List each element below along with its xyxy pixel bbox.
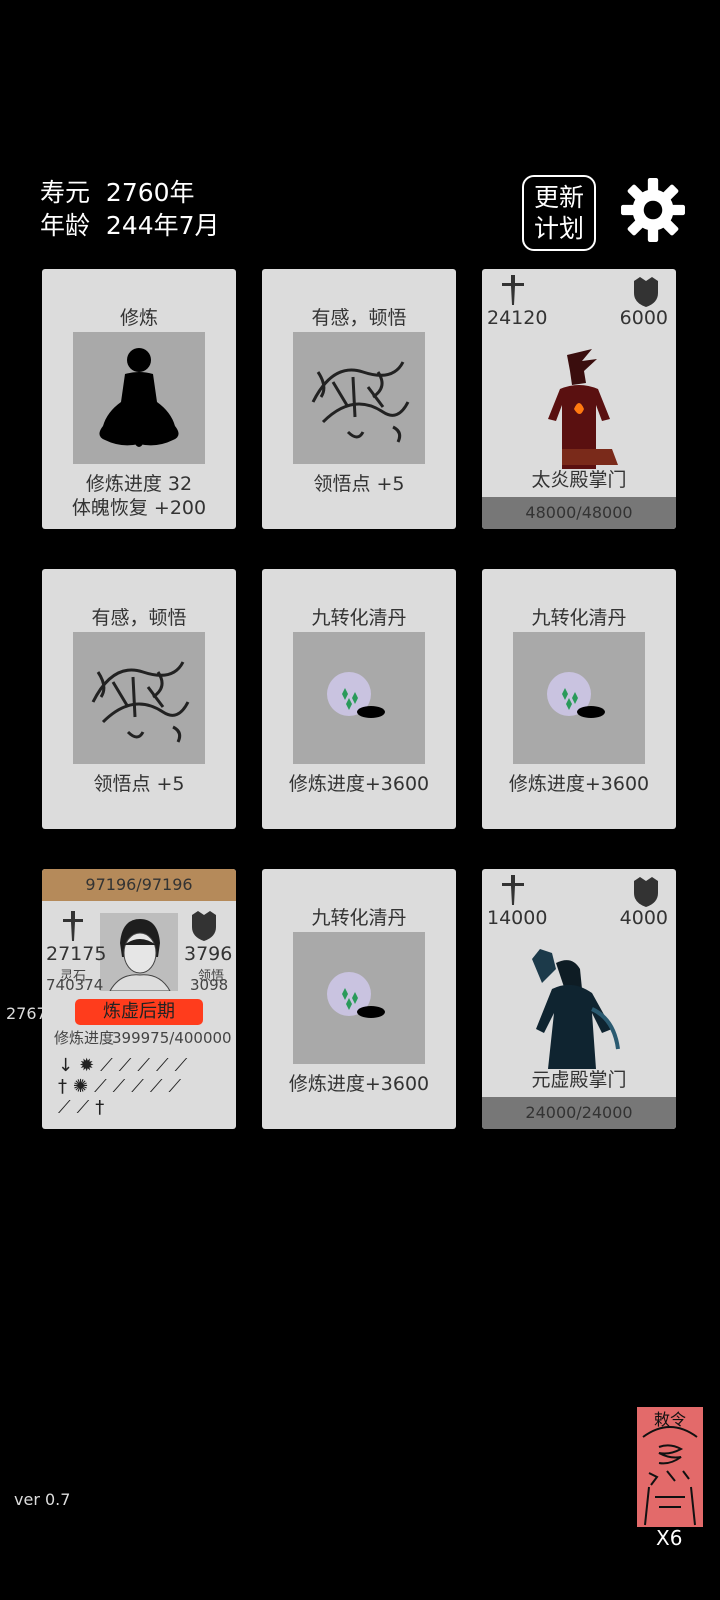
version-label: ver 0.7 xyxy=(14,1490,71,1509)
lifespan-label: 寿元 xyxy=(40,178,91,207)
card-line1: 修炼进度 32 xyxy=(85,473,193,495)
talisman-button[interactable]: 敕令 xyxy=(637,1407,703,1527)
enemy-defense: 6000 xyxy=(619,307,668,329)
progress-label: 修炼进度 xyxy=(54,1029,115,1047)
lifespan-value: 2760年 xyxy=(105,178,195,207)
enemy-attack: 24120 xyxy=(487,307,548,329)
lifespan-stat: 寿元 2760年 xyxy=(40,176,195,209)
player-hp-bar: 97196/97196 xyxy=(42,869,236,901)
card-title: 九转化清丹 xyxy=(311,907,407,929)
pill-icon xyxy=(293,932,425,1064)
talisman-icon: 敕令 xyxy=(642,1410,698,1526)
weapon-row: ↓✹⟋⟋⟋⟋⟋ xyxy=(58,1055,194,1076)
card-title: 九转化清丹 xyxy=(531,607,627,629)
pill-icon xyxy=(293,632,425,764)
card-enlightenment-2[interactable]: 有感，顿悟 领悟点 +5 xyxy=(42,569,236,829)
card-line1: 修炼进度+3600 xyxy=(288,1073,430,1095)
card-line1: 修炼进度+3600 xyxy=(508,773,650,795)
card-line1: 领悟点 +5 xyxy=(313,473,405,495)
card-cultivate[interactable]: 修炼 修炼进度 32 体魄恢复 +200 xyxy=(42,269,236,529)
card-enemy-yuanxu[interactable]: 14000 4000 元虚殿掌门 24000/24000 xyxy=(482,869,676,1129)
calligraphy-icon xyxy=(293,332,425,464)
spirit-stone-value: 740374 xyxy=(46,976,104,994)
plan-button-line1: 更新 xyxy=(533,183,584,212)
card-title: 有感，顿悟 xyxy=(311,307,407,329)
card-enlightenment[interactable]: 有感，顿悟 领悟点 +5 xyxy=(262,269,456,529)
card-pill-2[interactable]: 九转化清丹 修炼进度+3600 xyxy=(482,569,676,829)
realm-badge: 炼虚后期 xyxy=(75,999,203,1025)
sword-icon xyxy=(502,875,524,905)
svg-text:敕令: 敕令 xyxy=(654,1410,686,1429)
shadow-cultivator-figure xyxy=(532,949,620,1069)
progress-value: 399975/400000 xyxy=(112,1029,232,1047)
card-title: 有感，顿悟 xyxy=(91,607,187,629)
card-line2: 体魄恢复 +200 xyxy=(71,497,207,519)
pill-icon xyxy=(513,632,645,764)
card-pill-3[interactable]: 九转化清丹 修炼进度+3600 xyxy=(262,869,456,1129)
plan-button-line2: 计划 xyxy=(533,214,584,243)
card-line1: 领悟点 +5 xyxy=(93,773,185,795)
player-defense: 3796 xyxy=(184,943,233,965)
fire-demon-figure xyxy=(548,349,618,469)
shield-icon xyxy=(192,911,216,941)
enemy-attack: 14000 xyxy=(487,907,548,929)
sword-icon xyxy=(63,911,83,941)
gear-icon[interactable] xyxy=(620,177,686,243)
age-value: 244年7月 xyxy=(105,211,220,240)
card-title: 九转化清丹 xyxy=(311,607,407,629)
sword-icon xyxy=(502,275,524,305)
enemy-name: 太炎殿掌门 xyxy=(531,469,627,491)
card-title: 修炼 xyxy=(119,307,158,329)
meditation-icon xyxy=(73,332,205,464)
enemy-hp-bar: 48000/48000 xyxy=(482,497,676,529)
weapon-row: ⟋⟋† xyxy=(58,1097,111,1118)
card-pill-1[interactable]: 九转化清丹 修炼进度+3600 xyxy=(262,569,456,829)
avatar xyxy=(100,913,178,992)
card-line1: 修炼进度+3600 xyxy=(288,773,430,795)
player-attack: 27175 xyxy=(46,943,107,965)
shield-icon xyxy=(634,277,658,307)
shield-icon xyxy=(634,877,658,907)
enemy-hp-bar: 24000/24000 xyxy=(482,1097,676,1129)
side-number: 2767 xyxy=(6,1004,47,1023)
age-label: 年龄 xyxy=(40,211,91,240)
weapon-list: ↓✹⟋⟋⟋⟋⟋ †✺⟋⟋⟋⟋⟋ ⟋⟋† xyxy=(58,1055,228,1118)
insight-value: 3098 xyxy=(190,976,229,994)
card-enemy-taiyan[interactable]: 24120 6000 太炎殿掌门 48000/48000 xyxy=(482,269,676,529)
talisman-count: X6 xyxy=(656,1526,683,1550)
card-player[interactable]: 97196/97196 27175 3796 灵石 领悟 740374 3098… xyxy=(42,869,236,1129)
enemy-defense: 4000 xyxy=(619,907,668,929)
age-stat: 年龄 244年7月 xyxy=(40,209,220,242)
calligraphy-icon xyxy=(73,632,205,764)
weapon-row: †✺⟋⟋⟋⟋⟋ xyxy=(58,1076,188,1097)
update-plan-button[interactable]: 更新 计划 xyxy=(522,175,596,251)
enemy-name: 元虚殿掌门 xyxy=(531,1069,627,1091)
